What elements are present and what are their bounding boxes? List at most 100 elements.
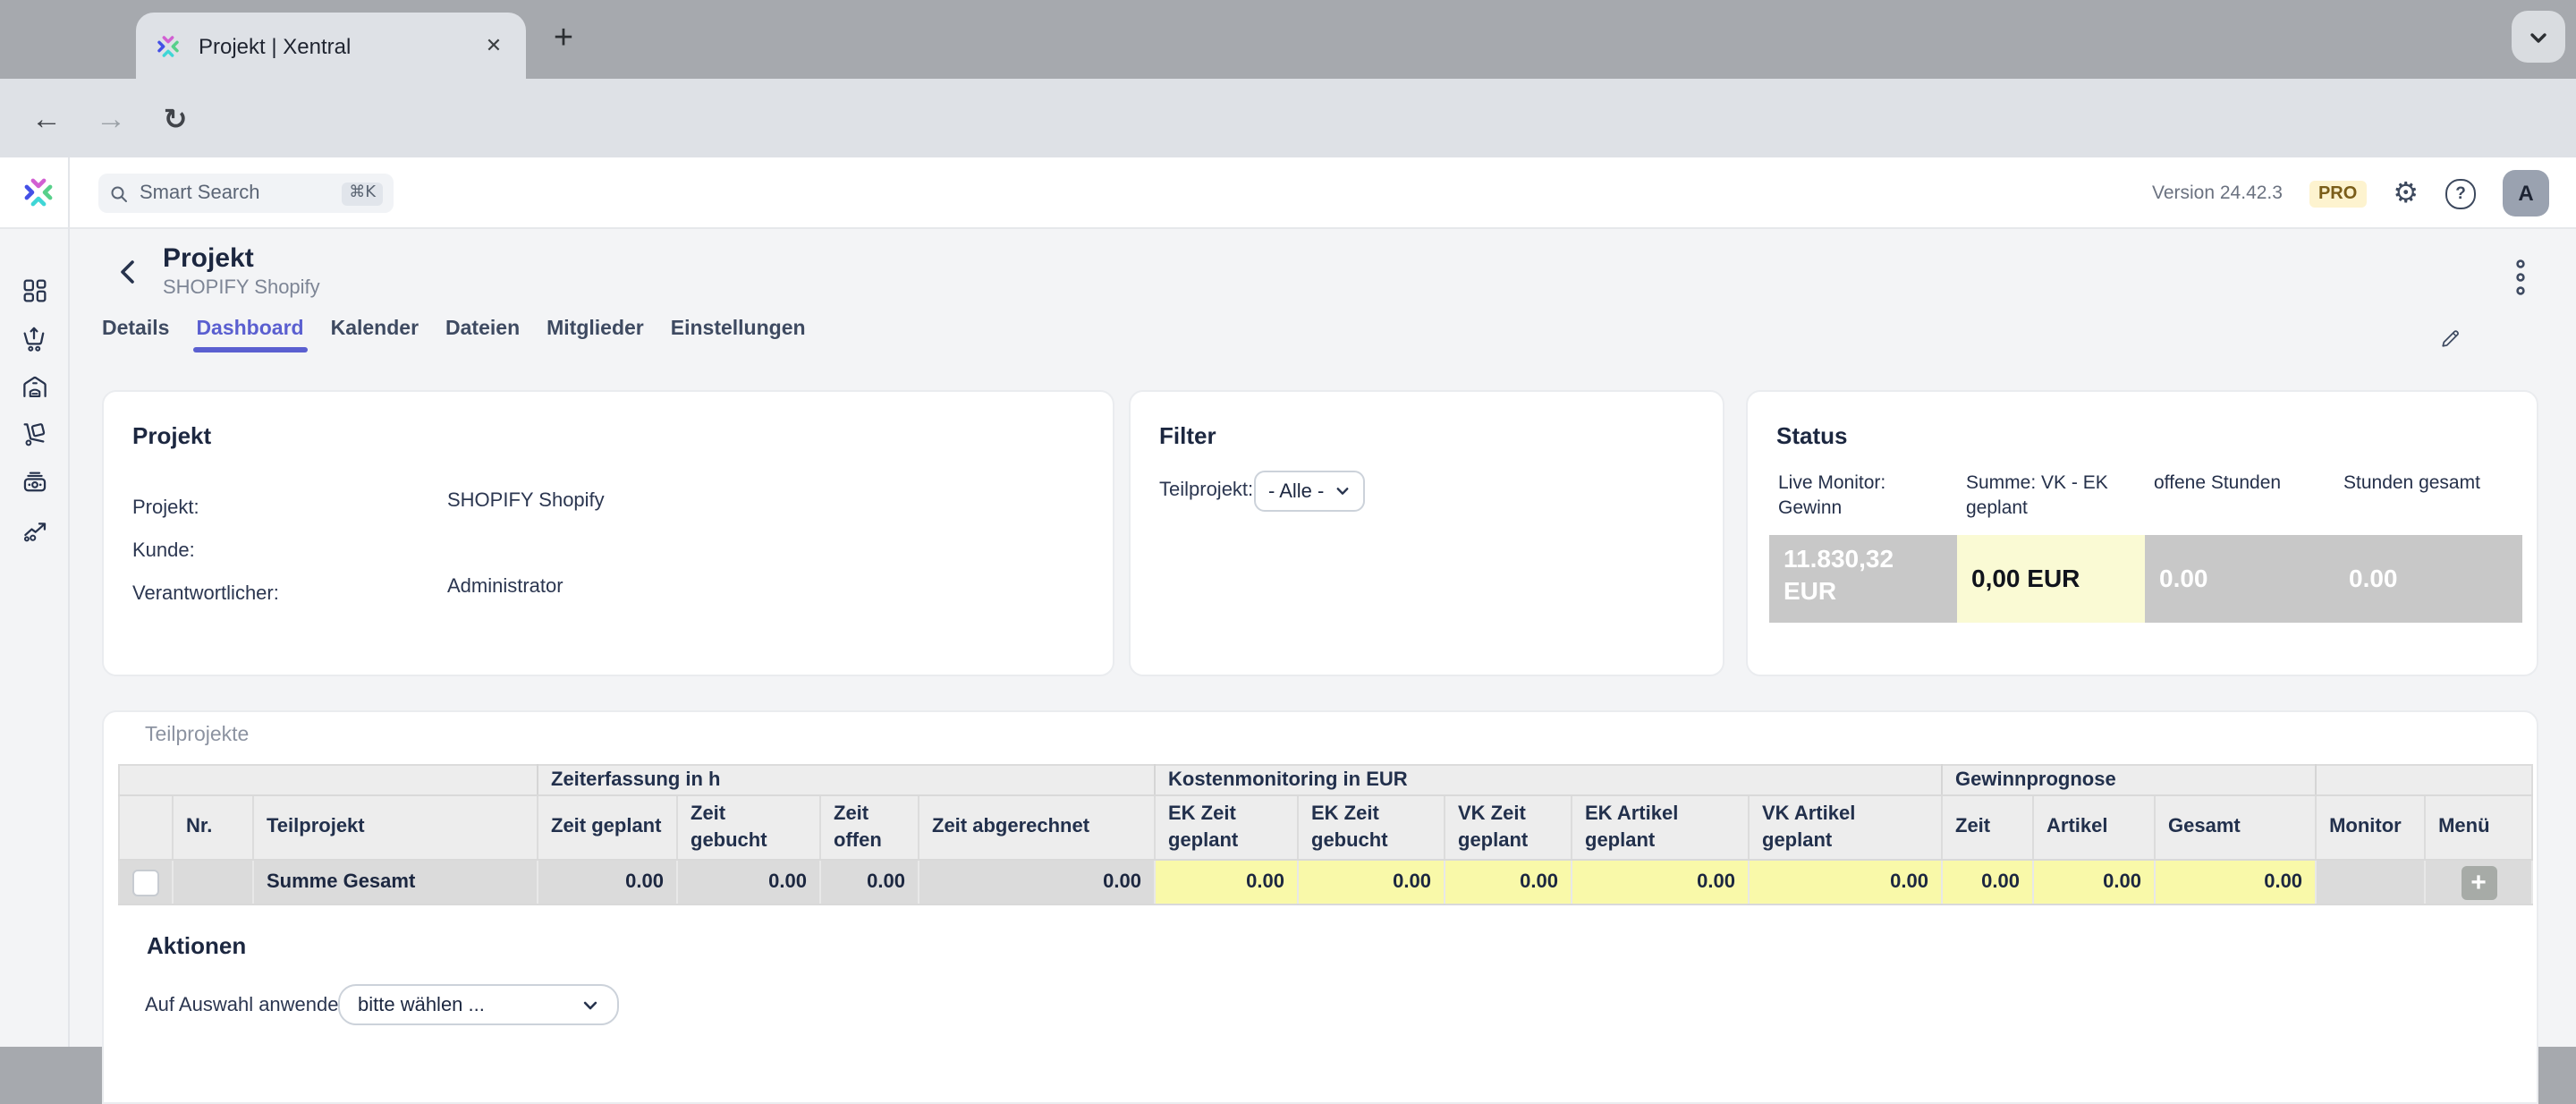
col-header-ek-zeit-geplant: EK Zeit geplant — [1155, 795, 1298, 860]
cell-zeit-geplant: 0.00 — [538, 860, 677, 904]
aktionen-label: Auf Auswahl anwenden: — [145, 995, 355, 1016]
sidebar-item-modules[interactable] — [20, 276, 50, 306]
user-avatar[interactable]: A — [2503, 170, 2549, 217]
tab-mitglieder[interactable]: Mitglieder — [547, 318, 644, 351]
cell-gewinn-zeit: 0.00 — [1942, 860, 2033, 904]
col-header-monitor: Monitor — [2316, 795, 2425, 860]
cell-gewinn-artikel: 0.00 — [2033, 860, 2155, 904]
filter-card: Filter Teilprojekt: - Alle - — [1129, 390, 1724, 676]
teilprojekte-panel-label: Teilprojekte — [145, 725, 249, 746]
version-label: Version 24.42.3 — [2152, 183, 2283, 204]
tab-list-chevron-button[interactable] — [2512, 11, 2565, 63]
xentral-favicon-icon — [154, 31, 182, 60]
cell-monitor — [2316, 860, 2425, 904]
cell-vk-zeit-geplant: 0.00 — [1445, 860, 1572, 904]
add-row-plus-button[interactable]: + — [2461, 865, 2496, 899]
browser-toolbar: ← → ↻ .xentral.biz/app/x1?module=projekt… — [0, 79, 2576, 157]
edit-pencil-icon[interactable] — [2438, 326, 2463, 351]
col-header-ek-artikel-geplant: EK Artikel geplant — [1572, 795, 1749, 860]
col-header-menu: Menü — [2425, 795, 2532, 860]
smart-search-input[interactable]: Smart Search ⌘K — [98, 174, 394, 213]
tab-dateien[interactable]: Dateien — [445, 318, 520, 351]
metric-label: Stunden gesamt — [2334, 471, 2522, 522]
row-checkbox[interactable] — [132, 869, 159, 896]
status-metrics: Live Monitor: Gewinn Summe: VK - EK gepl… — [1769, 471, 2522, 624]
field-label: Kunde: — [132, 540, 195, 562]
project-card-title: Projekt — [132, 422, 211, 449]
tab-einstellungen[interactable]: Einstellungen — [671, 318, 806, 351]
table-row-summe-gesamt: Summe Gesamt 0.00 0.00 0.00 0.00 0.00 0.… — [119, 860, 2532, 904]
browser-tab-strip: Projekt | Xentral ✕ + — [0, 0, 2576, 79]
tab-kalender[interactable]: Kalender — [331, 318, 419, 351]
tab-dashboard[interactable]: Dashboard — [196, 318, 303, 351]
metric-label: Live Monitor: Gewinn — [1769, 471, 1957, 522]
tab-close-icon[interactable]: ✕ — [479, 31, 508, 60]
tab-details[interactable]: Details — [102, 318, 169, 351]
cell-vk-artikel-geplant: 0.00 — [1749, 860, 1942, 904]
help-icon[interactable]: ? — [2445, 178, 2476, 208]
sidebar-divider — [68, 157, 70, 1047]
status-card-title: Status — [1776, 422, 1847, 449]
tab-title: Projekt | Xentral — [199, 33, 479, 58]
metric-value-offene-stunden: 0.00 — [2145, 536, 2334, 624]
cell-zeit-abgerechnet: 0.00 — [919, 860, 1155, 904]
sidebar-item-sales-cart[interactable] — [20, 324, 50, 354]
col-header-zeit-gebucht: Zeit gebucht — [677, 795, 820, 860]
sidebar-item-warehouse[interactable] — [20, 372, 50, 403]
col-header-ek-zeit-gebucht: EK Zeit gebucht — [1298, 795, 1445, 860]
search-icon — [109, 183, 129, 203]
back-button[interactable]: ← — [27, 100, 66, 140]
col-header-vk-zeit-geplant: VK Zeit geplant — [1445, 795, 1572, 860]
metric-label: offene Stunden — [2145, 471, 2334, 522]
filter-card-title: Filter — [1159, 422, 1216, 449]
table-group-header-row: Zeiterfassung in h Kostenmonitoring in E… — [119, 765, 2532, 795]
status-card: Status Live Monitor: Gewinn Summe: VK - … — [1746, 390, 2538, 676]
group-header-gewinnprognose: Gewinnprognose — [1942, 765, 2316, 795]
metric-value-stunden-gesamt: 0.00 — [2334, 536, 2522, 624]
col-header-zeit-geplant: Zeit geplant — [538, 795, 677, 860]
col-header-zeit-offen: Zeit offen — [820, 795, 919, 860]
metric-value-live-monitor: 11.830,32 EUR — [1769, 536, 1957, 624]
group-header-kostenmonitoring: Kostenmonitoring in EUR — [1155, 765, 1942, 795]
sidebar — [0, 229, 68, 1047]
teilprojekte-table: Zeiterfassung in h Kostenmonitoring in E… — [118, 764, 2533, 905]
xentral-logo-icon[interactable] — [20, 174, 57, 211]
aktionen-select[interactable]: bitte wählen ... — [338, 984, 619, 1025]
field-label: Verantwortlicher: — [132, 583, 279, 605]
field-value: SHOPIFY Shopify — [447, 490, 605, 512]
cell-zeit-gebucht: 0.00 — [677, 860, 820, 904]
cell-ek-zeit-gebucht: 0.00 — [1298, 860, 1445, 904]
cell-ek-zeit-geplant: 0.00 — [1155, 860, 1298, 904]
sidebar-item-finance-cash[interactable] — [20, 467, 50, 497]
col-header-nr: Nr. — [173, 795, 253, 860]
back-chevron-icon[interactable] — [118, 259, 136, 284]
cell-gewinn-gesamt: 0.00 — [2155, 860, 2316, 904]
settings-gear-icon[interactable]: ⚙ — [2393, 179, 2419, 208]
sidebar-item-logistics-dolly[interactable] — [20, 419, 50, 449]
page-subtitle: SHOPIFY Shopify — [163, 277, 320, 299]
col-header-gesamt: Gesamt — [2155, 795, 2316, 860]
chevron-down-icon — [581, 996, 599, 1014]
col-header-teilprojekt: Teilprojekt — [253, 795, 538, 860]
col-header-artikel: Artikel — [2033, 795, 2155, 860]
aktionen-select-value: bitte wählen ... — [358, 994, 485, 1015]
forward-button[interactable]: → — [91, 100, 131, 140]
reload-button[interactable]: ↻ — [156, 100, 195, 140]
page-menu-kebab-icon[interactable] — [2513, 258, 2528, 297]
search-placeholder: Smart Search — [140, 183, 342, 204]
cell-zeit-offen: 0.00 — [820, 860, 919, 904]
group-header-zeiterfassung: Zeiterfassung in h — [538, 765, 1155, 795]
teilprojekt-select-value: - Alle - — [1268, 480, 1324, 502]
new-tab-button[interactable]: + — [542, 18, 585, 61]
pro-badge: PRO — [2309, 180, 2366, 207]
metric-label: Summe: VK - EK geplant — [1957, 471, 2145, 522]
page-title: Projekt — [163, 243, 254, 274]
sidebar-item-reports-chart[interactable] — [20, 515, 50, 546]
teilprojekt-select[interactable]: - Alle - — [1254, 471, 1365, 512]
col-header-zeit: Zeit — [1942, 795, 2033, 860]
browser-tab[interactable]: Projekt | Xentral ✕ — [136, 13, 526, 79]
teilprojekte-panel: Teilprojekte Zeiterfassung in h Kostenmo… — [102, 710, 2538, 1104]
chevron-down-icon — [1335, 483, 1351, 499]
chevron-down-icon — [2528, 26, 2549, 47]
search-shortcut-badge: ⌘K — [342, 182, 383, 205]
